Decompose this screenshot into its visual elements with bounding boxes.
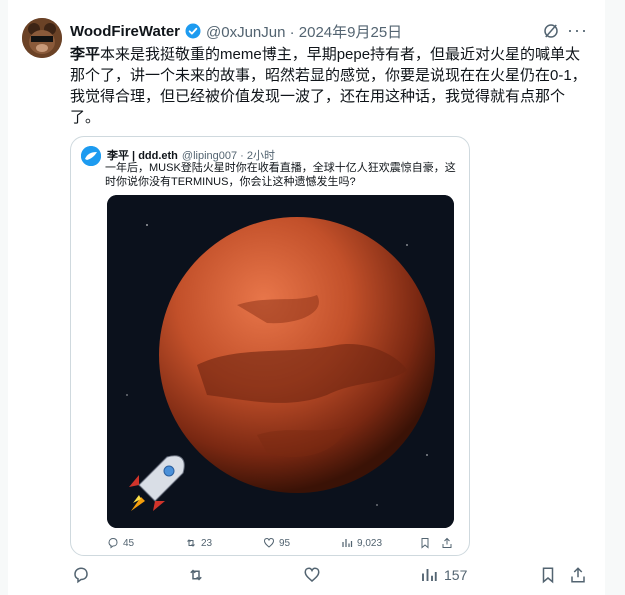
bookmark-icon (542, 567, 554, 584)
quote-reply-count: 45 (123, 537, 135, 549)
views-icon (342, 539, 353, 547)
post-body: 本来是我挺敬重的meme博主，早期pepe持有者，但最近对火星的喊单太那个了，讲… (70, 46, 587, 126)
tweet-card: WoodFireWater @0xJunJun · 2024年9月25日 ···… (8, 0, 605, 595)
repost-button[interactable] (187, 566, 205, 584)
mars-image[interactable] (107, 195, 454, 528)
views-icon (422, 569, 437, 581)
post-text: 李平本来是我挺敬重的meme博主，早期pepe持有者，但最近对火星的喊单太那个了… (70, 44, 590, 128)
author-avatar[interactable] (22, 18, 62, 58)
share-icon (442, 537, 452, 548)
quote-author-avatar[interactable] (81, 146, 101, 166)
quote-like-count: 95 (279, 537, 291, 549)
share-button[interactable] (569, 566, 587, 584)
repost-icon (187, 539, 195, 547)
quoted-tweet[interactable]: 李平 | ddd.eth @liping007 · 2小时 一年后，MUSK登陆… (70, 136, 470, 556)
quote-reply-button[interactable]: 45 (107, 537, 134, 549)
bookmark-icon (421, 538, 429, 549)
reply-button[interactable] (72, 566, 90, 584)
quote-share-button[interactable] (441, 537, 453, 549)
quote-like-button[interactable]: 95 (263, 537, 290, 549)
post-actions: 157 (70, 566, 600, 588)
reply-icon (74, 567, 88, 584)
reply-icon (108, 537, 118, 549)
bookmark-button[interactable] (539, 566, 557, 584)
author-handle-date[interactable]: @0xJunJun · 2024年9月25日 (206, 21, 402, 42)
grok-icon[interactable] (542, 22, 560, 40)
views-button[interactable]: 157 (420, 566, 467, 584)
author-name[interactable]: WoodFireWater (70, 23, 180, 40)
quote-bookmark-button[interactable] (419, 537, 431, 549)
mars-illustration (107, 195, 454, 528)
like-icon (263, 537, 275, 548)
like-button[interactable] (303, 566, 321, 584)
more-options-icon[interactable]: ··· (567, 20, 588, 41)
like-icon (304, 567, 320, 582)
verified-badge-icon (185, 23, 201, 39)
mention-name: 李平 (70, 46, 101, 63)
share-icon (571, 567, 585, 583)
quote-views-button[interactable]: 9,023 (341, 537, 382, 549)
quote-repost-count: 23 (201, 537, 213, 549)
quote-views-count: 9,023 (357, 537, 383, 549)
quote-actions: 45 23 95 9,023 (107, 537, 457, 553)
quote-text: 一年后，MUSK登陆火星时你在收看直播，全球十亿人狂欢震惊自豪，这时你说你没有T… (105, 162, 456, 188)
post-header: WoodFireWater @0xJunJun · 2024年9月25日 ··· (70, 20, 590, 42)
quote-repost-button[interactable]: 23 (185, 537, 212, 549)
repost-icon (190, 569, 202, 581)
views-count: 157 (444, 567, 468, 583)
